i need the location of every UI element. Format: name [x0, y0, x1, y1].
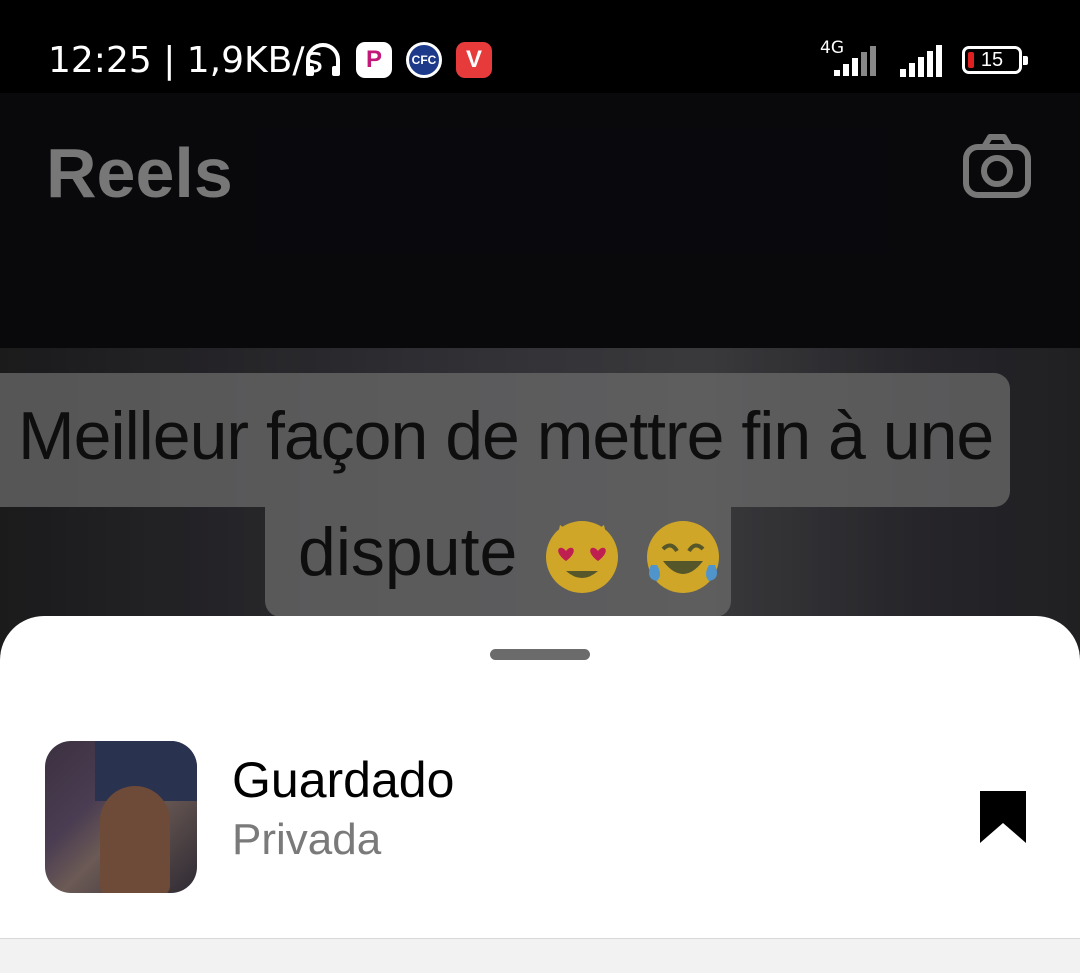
bottom-sheet: Guardado Privada	[0, 616, 1080, 973]
collection-title: Guardado	[232, 752, 455, 808]
status-icons-left: P CFC V	[304, 40, 492, 80]
thumbnail-person	[100, 786, 170, 893]
headphones-icon	[306, 43, 340, 76]
sheet-footer	[0, 939, 1080, 973]
collection-thumbnail	[45, 741, 197, 893]
save-collection-row[interactable]: Guardado Privada	[0, 731, 1080, 916]
video-dim-overlay	[0, 93, 1080, 653]
reel-video[interactable]: Reels Meilleur façon de mettre fin à une…	[0, 93, 1080, 653]
signal-icon	[900, 45, 942, 77]
v-app-icon: V	[456, 42, 492, 78]
battery-level	[968, 52, 974, 68]
status-icons-right: 4G 15	[818, 38, 1028, 78]
collection-subtitle: Privada	[232, 815, 382, 864]
signal-icon: 4G	[818, 38, 884, 78]
battery-percent: 15	[980, 48, 1004, 71]
status-time-speed: 12:25 | 1,9KB/s	[48, 40, 324, 81]
p-app-icon: P	[356, 42, 392, 78]
chelsea-icon: CFC	[406, 42, 442, 78]
sheet-drag-handle[interactable]	[490, 649, 590, 660]
battery-icon: 15	[962, 46, 1028, 74]
status-bar: 12:25 | 1,9KB/s P CFC V 4G 15	[0, 0, 1080, 93]
bookmark-filled-icon[interactable]	[978, 789, 1028, 845]
